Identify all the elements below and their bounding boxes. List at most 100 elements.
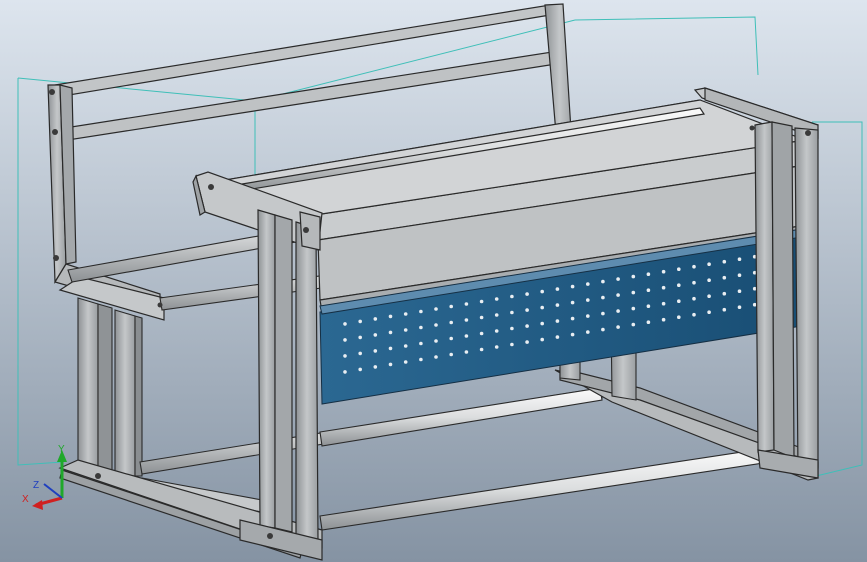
- panel-hole: [449, 304, 454, 309]
- panel-hole: [631, 274, 636, 279]
- panel-hole: [358, 351, 363, 356]
- panel-hole: [707, 310, 711, 315]
- panel-hole: [449, 352, 454, 357]
- panel-hole: [540, 337, 544, 342]
- panel-hole: [601, 279, 605, 284]
- z-axis-label: Z: [33, 480, 39, 491]
- panel-hole: [616, 309, 620, 313]
- panel-hole: [479, 347, 484, 352]
- panel-hole: [358, 335, 363, 340]
- panel-hole: [358, 367, 363, 372]
- panel-hole: [388, 330, 393, 335]
- panel-hole: [540, 305, 544, 310]
- panel-hole: [570, 316, 575, 321]
- panel-hole: [403, 328, 408, 332]
- panel-hole: [464, 302, 469, 306]
- panel-hole: [343, 354, 347, 358]
- panel-hole: [373, 349, 378, 353]
- panel-hole: [616, 293, 620, 297]
- panel-hole: [343, 322, 347, 326]
- x-axis-label: X: [22, 494, 29, 505]
- panel-hole: [707, 294, 711, 299]
- panel-hole: [677, 315, 681, 320]
- panel-hole: [388, 314, 393, 319]
- panel-hole: [419, 325, 423, 330]
- panel-hole: [388, 346, 393, 351]
- panel-hole: [525, 340, 529, 344]
- panel-hole: [343, 338, 347, 342]
- panel-hole: [677, 283, 681, 288]
- panel-hole: [494, 329, 499, 333]
- cad-graphics-viewport[interactable]: Y Z X: [0, 0, 867, 562]
- panel-hole: [403, 344, 408, 348]
- panel-hole: [540, 289, 544, 294]
- panel-hole: [540, 321, 544, 326]
- panel-hole: [722, 307, 727, 312]
- panel-hole: [479, 315, 484, 320]
- panel-hole: [661, 285, 666, 290]
- panel-hole: [631, 306, 636, 311]
- panel-hole: [646, 272, 651, 277]
- panel-hole: [646, 304, 651, 309]
- panel-hole: [343, 370, 347, 374]
- panel-hole: [677, 299, 681, 304]
- panel-hole: [601, 327, 605, 332]
- panel-hole: [707, 278, 711, 283]
- panel-hole: [646, 288, 651, 293]
- panel-hole: [419, 341, 423, 346]
- panel-hole: [373, 317, 378, 321]
- panel-hole: [646, 320, 651, 325]
- panel-hole: [586, 330, 590, 334]
- panel-hole: [464, 318, 469, 322]
- panel-hole: [494, 297, 499, 301]
- panel-hole: [722, 259, 727, 264]
- panel-hole: [570, 332, 575, 337]
- left-rear-legs: [77, 297, 143, 477]
- panel-hole: [449, 336, 454, 341]
- panel-hole: [510, 326, 514, 331]
- model-canvas[interactable]: Y Z X: [0, 0, 867, 562]
- panel-hole: [494, 313, 499, 317]
- panel-hole: [601, 311, 605, 316]
- panel-hole: [722, 275, 727, 280]
- panel-hole: [692, 296, 696, 301]
- panel-hole: [373, 333, 378, 337]
- panel-hole: [403, 312, 408, 316]
- panel-hole: [479, 331, 484, 336]
- panel-hole: [555, 319, 560, 323]
- panel-hole: [601, 295, 605, 300]
- panel-hole: [525, 308, 529, 312]
- panel-hole: [692, 264, 696, 269]
- panel-hole: [692, 312, 696, 317]
- panel-hole: [434, 307, 438, 311]
- panel-hole: [555, 303, 560, 307]
- panel-hole: [464, 334, 469, 338]
- panel-hole: [737, 305, 742, 310]
- y-axis-label: Y: [58, 444, 65, 455]
- panel-hole: [692, 280, 696, 285]
- panel-hole: [570, 284, 575, 289]
- panel-hole: [449, 320, 454, 325]
- panel-hole: [631, 290, 636, 295]
- panel-hole: [737, 289, 742, 294]
- panel-hole: [494, 345, 499, 349]
- panel-hole: [555, 287, 560, 291]
- panel-hole: [434, 355, 438, 359]
- panel-hole: [631, 322, 636, 327]
- panel-hole: [419, 357, 423, 362]
- panel-hole: [373, 365, 378, 369]
- panel-hole: [434, 339, 438, 343]
- panel-hole: [434, 323, 438, 327]
- panel-hole: [586, 314, 590, 318]
- panel-hole: [464, 350, 469, 354]
- panel-hole: [586, 298, 590, 302]
- panel-hole: [510, 342, 514, 347]
- panel-hole: [525, 324, 529, 328]
- panel-hole: [722, 291, 727, 296]
- panel-hole: [661, 301, 666, 306]
- panel-hole: [661, 317, 666, 322]
- panel-hole: [707, 262, 711, 267]
- panel-hole: [661, 269, 666, 274]
- panel-hole: [388, 362, 393, 367]
- panel-hole: [510, 294, 514, 299]
